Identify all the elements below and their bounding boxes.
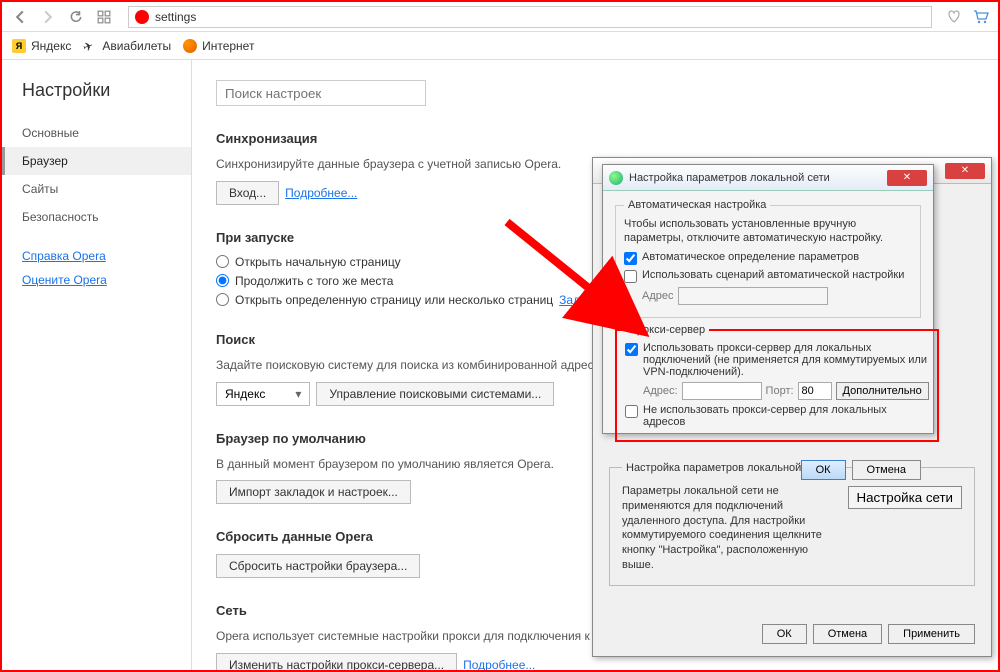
import-bookmarks-button[interactable]: Импорт закладок и настроек... (216, 480, 411, 504)
auto-config-desc: Чтобы использовать установленные вручную… (624, 217, 912, 246)
network-more-link[interactable]: Подробнее... (463, 658, 535, 670)
proxy-server-legend: Прокси-сервер (625, 324, 709, 336)
inet-ok-button[interactable]: ОК (762, 624, 807, 644)
lan-dialog-title: Настройка параметров локальной сети (629, 172, 881, 184)
script-address-input (678, 287, 828, 305)
sidebar-item-sites[interactable]: Сайты (2, 175, 191, 203)
browser-toolbar: settings (2, 2, 998, 32)
cart-icon[interactable] (972, 8, 990, 26)
bookmarks-bar: ЯЯндекс ✈Авиабилеты Интернет (2, 32, 998, 60)
bookmark-internet[interactable]: Интернет (183, 39, 254, 53)
forward-button[interactable] (38, 7, 58, 27)
bypass-local-checkbox[interactable] (625, 405, 638, 418)
bookmark-avia[interactable]: ✈Авиабилеты (83, 39, 171, 53)
proxy-server-group: Прокси-сервер Использовать прокси-сервер… (615, 324, 939, 442)
sidebar-item-browser[interactable]: Браузер (2, 147, 191, 175)
bookmark-yandex[interactable]: ЯЯндекс (12, 39, 71, 53)
use-proxy-checkbox[interactable] (625, 343, 638, 356)
startup-opt1-radio[interactable] (216, 255, 229, 268)
favorite-icon[interactable] (946, 8, 964, 26)
auto-config-legend: Автоматическая настройка (624, 199, 770, 211)
inet-cancel-button[interactable]: Отмена (813, 624, 882, 644)
firefox-icon (183, 39, 197, 53)
lan-desc: Параметры локальной сети не применяются … (622, 484, 833, 573)
proxy-address-input[interactable] (682, 382, 762, 400)
sidebar-item-security[interactable]: Безопасность (2, 203, 191, 231)
reset-browser-button[interactable]: Сбросить настройки браузера... (216, 554, 420, 578)
lan-settings-button[interactable]: Настройка сети (848, 486, 963, 509)
startup-opt2-radio[interactable] (216, 274, 229, 287)
sync-more-link[interactable]: Подробнее... (285, 186, 357, 200)
lan-settings-dialog: Настройка параметров локальной сети ✕ Ав… (602, 164, 934, 434)
sync-login-button[interactable]: Вход... (216, 181, 279, 205)
use-script-checkbox[interactable] (624, 270, 637, 283)
help-link[interactable]: Справка Opera (22, 249, 171, 263)
url-text: settings (155, 10, 196, 24)
lan-ok-button[interactable]: ОК (801, 460, 846, 480)
address-bar[interactable]: settings (128, 6, 932, 28)
reload-button[interactable] (66, 7, 86, 27)
chevron-down-icon: ▾ (295, 387, 301, 401)
rate-link[interactable]: Оцените Opera (22, 273, 171, 287)
auto-config-group: Автоматическая настройка Чтобы использов… (615, 199, 921, 318)
sidebar-item-basic[interactable]: Основные (2, 119, 191, 147)
proxy-port-label: Порт: (766, 385, 794, 397)
opera-icon (135, 10, 149, 24)
lan-titlebar: Настройка параметров локальной сети ✕ (603, 165, 933, 191)
settings-sidebar: Настройки Основные Браузер Сайты Безопас… (2, 60, 192, 670)
sync-title: Синхронизация (216, 131, 974, 146)
lan-close-icon[interactable]: ✕ (887, 170, 927, 186)
startup-opt3-radio[interactable] (216, 293, 229, 306)
proxy-advanced-button[interactable]: Дополнительно (836, 382, 929, 400)
yandex-icon: Я (12, 39, 26, 53)
search-engine-select[interactable]: Яндекс▾ (216, 382, 310, 406)
manage-search-button[interactable]: Управление поисковыми системами... (316, 382, 554, 406)
close-icon[interactable]: ✕ (945, 163, 985, 179)
inet-apply-button[interactable]: Применить (888, 624, 975, 644)
speed-dial-button[interactable] (94, 7, 114, 27)
script-address-label: Адрес (642, 290, 674, 302)
globe-icon (609, 171, 623, 185)
back-button[interactable] (10, 7, 30, 27)
sidebar-title: Настройки (2, 80, 191, 119)
lan-cancel-button[interactable]: Отмена (852, 460, 921, 480)
proxy-port-input[interactable] (798, 382, 832, 400)
settings-search-input[interactable] (216, 80, 426, 106)
plane-icon: ✈ (81, 37, 99, 55)
proxy-address-label: Адрес: (643, 385, 678, 397)
proxy-settings-button[interactable]: Изменить настройки прокси-сервера... (216, 653, 457, 670)
auto-detect-checkbox[interactable] (624, 252, 637, 265)
